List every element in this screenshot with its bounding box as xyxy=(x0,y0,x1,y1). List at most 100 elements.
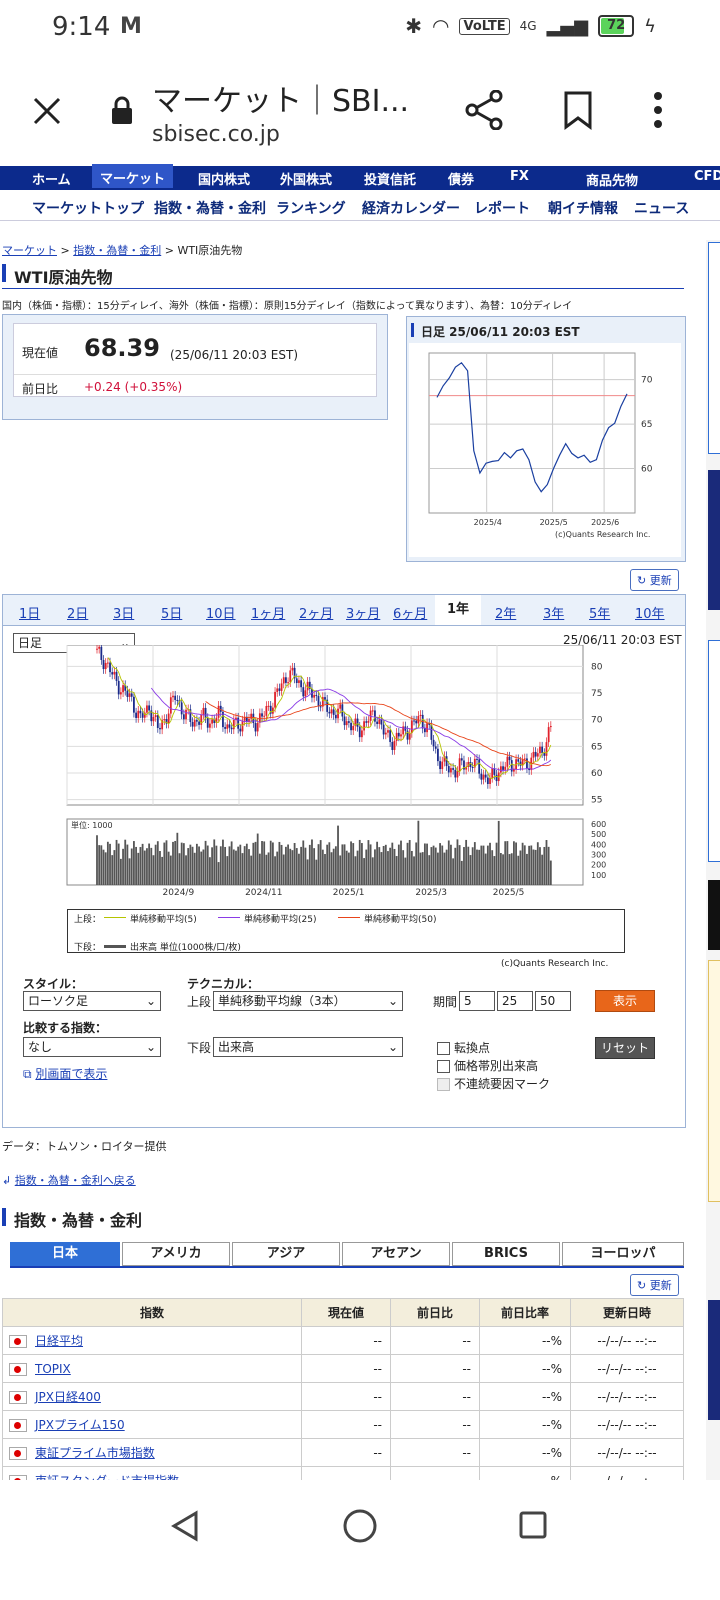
index-link[interactable]: 日経平均 xyxy=(35,1334,83,1348)
nav-foreign-stock[interactable]: 外国株式 xyxy=(280,169,332,188)
period-tab-2y[interactable]: 2年 xyxy=(495,603,516,622)
lower-indicator-select[interactable]: 出来高 ⌄ xyxy=(213,1037,403,1057)
period-input-2[interactable]: 25 xyxy=(497,991,533,1011)
period-tab-2d[interactable]: 2日 xyxy=(67,603,88,622)
candle-body xyxy=(482,774,485,780)
period-tab-6m[interactable]: 6ヶ月 xyxy=(393,603,427,622)
subnav-report[interactable]: レポート xyxy=(474,198,530,218)
period-tab-1d[interactable]: 1日 xyxy=(19,603,40,622)
url-text[interactable]: sbisec.co.jp xyxy=(152,122,280,147)
breadcrumb-market[interactable]: マーケット xyxy=(2,244,57,257)
checkbox-discontinuity[interactable]: 不連続要因マーク xyxy=(437,1075,550,1092)
change-pct-cell: --% xyxy=(479,1326,571,1355)
back-icon[interactable] xyxy=(170,1510,200,1542)
candle-body xyxy=(458,758,461,772)
checkbox-turning-point[interactable]: 転換点 xyxy=(437,1039,490,1056)
candle-body xyxy=(508,756,511,761)
period-tab-3y[interactable]: 3年 xyxy=(543,603,564,622)
more-menu-icon[interactable] xyxy=(652,90,664,130)
update-button[interactable]: ↻ 更新 xyxy=(630,569,679,591)
nav-cfd[interactable]: CFD xyxy=(694,169,720,184)
index-link[interactable]: TOPIX xyxy=(35,1362,71,1376)
period-tab-3m[interactable]: 3ヶ月 xyxy=(346,603,380,622)
period-tab-1m[interactable]: 1ヶ月 xyxy=(251,603,285,622)
period-tab-5d[interactable]: 5日 xyxy=(161,603,182,622)
back-link[interactable]: ↲ 指数・為替・金利へ戻る xyxy=(2,1172,136,1188)
subnav-calendar[interactable]: 経済カレンダー xyxy=(362,198,460,218)
subnav-morning[interactable]: 朝イチ情報 xyxy=(548,198,618,218)
technical-label: テクニカル： xyxy=(187,977,260,991)
breadcrumb-index[interactable]: 指数・為替・金利 xyxy=(73,244,161,257)
reset-button[interactable]: リセット xyxy=(595,1037,655,1059)
nav-bond[interactable]: 債券 xyxy=(448,169,474,188)
index-link[interactable]: JPX日経400 xyxy=(35,1390,101,1404)
price-label: 現在値 xyxy=(22,346,59,360)
candle-body xyxy=(302,687,305,697)
checkbox-volume-profile[interactable]: 価格帯別出来高 xyxy=(437,1057,538,1074)
subnav-market-top[interactable]: マーケットトップ xyxy=(32,198,144,218)
volume-bar xyxy=(408,840,411,885)
region-tab-japan[interactable]: 日本 xyxy=(10,1242,120,1266)
volume-bar xyxy=(159,851,161,885)
volume-bar xyxy=(285,846,287,885)
region-tab-brics[interactable]: BRICS xyxy=(452,1242,560,1266)
index-link[interactable]: JPXプライム150 xyxy=(35,1418,125,1432)
volume-bar xyxy=(517,855,520,885)
volume-bar xyxy=(523,845,526,885)
period-tab-2m[interactable]: 2ヶ月 xyxy=(299,603,333,622)
bookmark-icon[interactable] xyxy=(562,90,594,130)
nav-fund[interactable]: 投資信託 xyxy=(364,169,416,188)
candle-body xyxy=(324,697,326,700)
volume-bar xyxy=(447,840,450,885)
candle-body xyxy=(332,709,335,715)
period-input-3[interactable]: 50 xyxy=(535,991,571,1011)
subnav-news[interactable]: ニュース xyxy=(634,198,689,218)
change-label: 前日比 xyxy=(22,382,59,396)
home-icon[interactable] xyxy=(342,1508,378,1544)
close-icon[interactable] xyxy=(32,96,62,126)
region-tab-europe[interactable]: ヨーロッパ xyxy=(562,1242,684,1266)
candle-body xyxy=(298,680,300,683)
price-y-tick: 70 xyxy=(591,716,603,726)
open-window-link[interactable]: ⧉ 別画面で表示 xyxy=(23,1065,107,1082)
data-source: データ：トムソン・ロイター提供 xyxy=(2,1140,167,1153)
nav-commodity[interactable]: 商品先物 xyxy=(586,170,638,189)
period-tab-5y[interactable]: 5年 xyxy=(589,603,610,622)
subnav-index[interactable]: 指数・為替・金利 xyxy=(154,198,266,218)
legend-ma50: 単純移動平均(50) xyxy=(364,915,437,925)
show-button[interactable]: 表示 xyxy=(595,990,655,1012)
region-tab-asean[interactable]: アセアン xyxy=(342,1242,450,1266)
nav-domestic-stock[interactable]: 国内株式 xyxy=(198,169,250,188)
volume-bar xyxy=(256,833,259,885)
style-select[interactable]: ローソク足 ⌄ xyxy=(23,991,161,1011)
volume-bar xyxy=(371,857,374,885)
quote-panel: 現在値 68.39 (25/06/11 20:03 EST) 前日比 +0.24… xyxy=(2,314,388,420)
period-input-1[interactable]: 5 xyxy=(459,991,495,1011)
nav-fx[interactable]: FX xyxy=(510,169,529,184)
period-tab-10d[interactable]: 10日 xyxy=(206,603,236,622)
nav-market[interactable]: マーケット xyxy=(92,164,174,188)
table-update-button[interactable]: ↻ 更新 xyxy=(630,1274,679,1296)
candle-body xyxy=(226,724,229,729)
region-tab-america[interactable]: アメリカ xyxy=(122,1242,230,1266)
share-icon[interactable] xyxy=(464,90,504,130)
candle-body xyxy=(102,659,105,670)
volume-bar xyxy=(410,850,413,885)
x-axis-tick: 2025/1 xyxy=(333,888,365,898)
candle-body xyxy=(280,683,283,691)
volume-bar xyxy=(467,846,470,885)
region-tab-asia[interactable]: アジア xyxy=(232,1242,340,1266)
upper-indicator-select[interactable]: 単純移動平均線（3本） ⌄ xyxy=(213,991,403,1011)
compare-select[interactable]: なし ⌄ xyxy=(23,1037,161,1057)
index-link[interactable]: 東証プライム市場指数 xyxy=(35,1446,155,1460)
recents-icon[interactable] xyxy=(518,1510,548,1540)
nav-home[interactable]: ホーム xyxy=(32,169,71,188)
period-tab-10y[interactable]: 10年 xyxy=(635,603,665,622)
gmail-icon: M xyxy=(120,14,142,39)
period-tab-3d[interactable]: 3日 xyxy=(113,603,134,622)
volume-bar xyxy=(122,848,124,885)
subnav-ranking[interactable]: ランキング xyxy=(276,198,346,218)
period-tab-1y[interactable]: 1年 xyxy=(435,595,481,625)
page-title-tab[interactable]: マーケット｜SBI... xyxy=(152,76,409,120)
volume-bar xyxy=(423,843,426,885)
